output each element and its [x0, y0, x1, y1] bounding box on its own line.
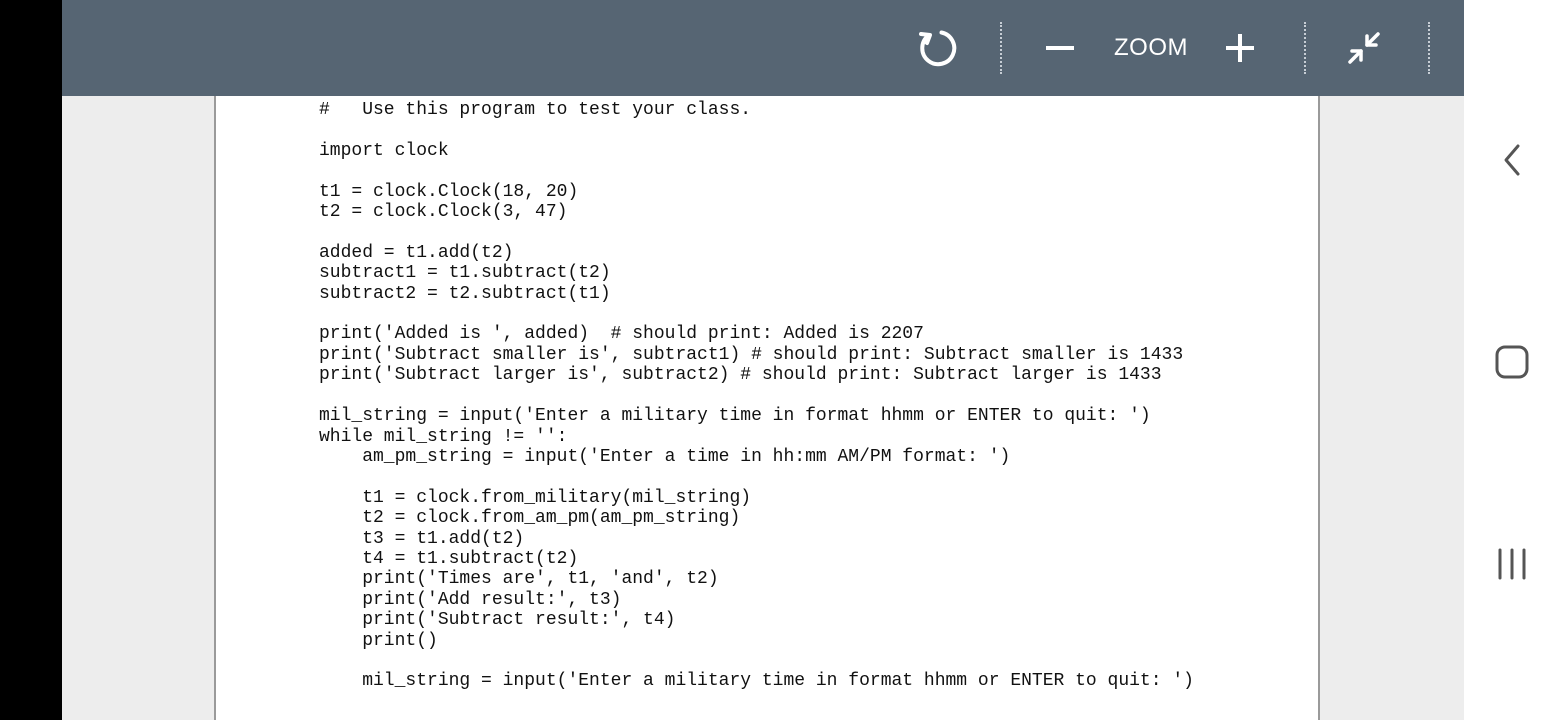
zoom-out-button[interactable] [1034, 0, 1086, 96]
code-line: subtract1 = t1.subtract(t2) [319, 263, 611, 284]
code-line: print('Add result:', t3) [319, 589, 622, 610]
toolbar-separator [1428, 22, 1430, 74]
refresh-icon [919, 30, 957, 67]
code-listing: # Use this program to test your class. i… [319, 100, 1194, 692]
code-line: am_pm_string = input('Enter a time in hh… [319, 446, 1011, 467]
code-line: t1 = clock.Clock(18, 20) [319, 181, 579, 202]
code-line: print('Times are', t1, 'and', t2) [319, 569, 719, 590]
code-line: t3 = t1.add(t2) [319, 528, 525, 549]
code-line: t1 = clock.from_military(mil_string) [319, 487, 752, 508]
code-line: print('Added is ', added) # should print… [319, 324, 924, 345]
zoom-label: ZOOM [1114, 34, 1188, 61]
zoom-in-button[interactable] [1214, 0, 1266, 96]
toolbar-separator [1304, 22, 1306, 74]
back-icon [1504, 144, 1520, 176]
home-icon [1495, 345, 1529, 379]
viewer-toolbar: ZOOM [62, 0, 1464, 96]
code-line: print('Subtract result:', t4) [319, 610, 676, 631]
code-line: mil_string = input('Enter a military tim… [319, 671, 1194, 692]
code-line: print('Subtract smaller is', subtract1) … [319, 344, 1184, 365]
recents-icon [1498, 548, 1526, 580]
home-button[interactable] [1464, 322, 1560, 402]
collapse-icon [1348, 32, 1380, 64]
back-button[interactable] [1464, 120, 1560, 200]
code-line: while mil_string != '': [319, 426, 568, 447]
code-line: import clock [319, 140, 449, 161]
code-line: print('Subtract larger is', subtract2) #… [319, 365, 1162, 386]
exit-fullscreen-button[interactable] [1338, 0, 1390, 96]
toolbar-separator [1000, 22, 1002, 74]
document-page: # Use this program to test your class. i… [214, 96, 1320, 720]
document-viewer: ZOOM # Use this program to test your cla… [62, 0, 1464, 720]
code-line: added = t1.add(t2) [319, 242, 514, 263]
code-line: subtract2 = t2.subtract(t1) [319, 283, 611, 304]
code-line: # Use this program to test your class. [319, 100, 752, 120]
plus-icon [1226, 34, 1254, 62]
code-line: t2 = clock.from_am_pm(am_pm_string) [319, 508, 741, 529]
code-line: t2 = clock.Clock(3, 47) [319, 202, 568, 223]
code-line: mil_string = input('Enter a military tim… [319, 406, 1151, 427]
code-line: print() [319, 630, 438, 651]
refresh-button[interactable] [908, 0, 964, 96]
minus-icon [1046, 46, 1074, 50]
system-nav-bar [1464, 0, 1560, 720]
code-line: t4 = t1.subtract(t2) [319, 548, 579, 569]
left-black-bar [0, 0, 62, 720]
recents-button[interactable] [1464, 524, 1560, 604]
